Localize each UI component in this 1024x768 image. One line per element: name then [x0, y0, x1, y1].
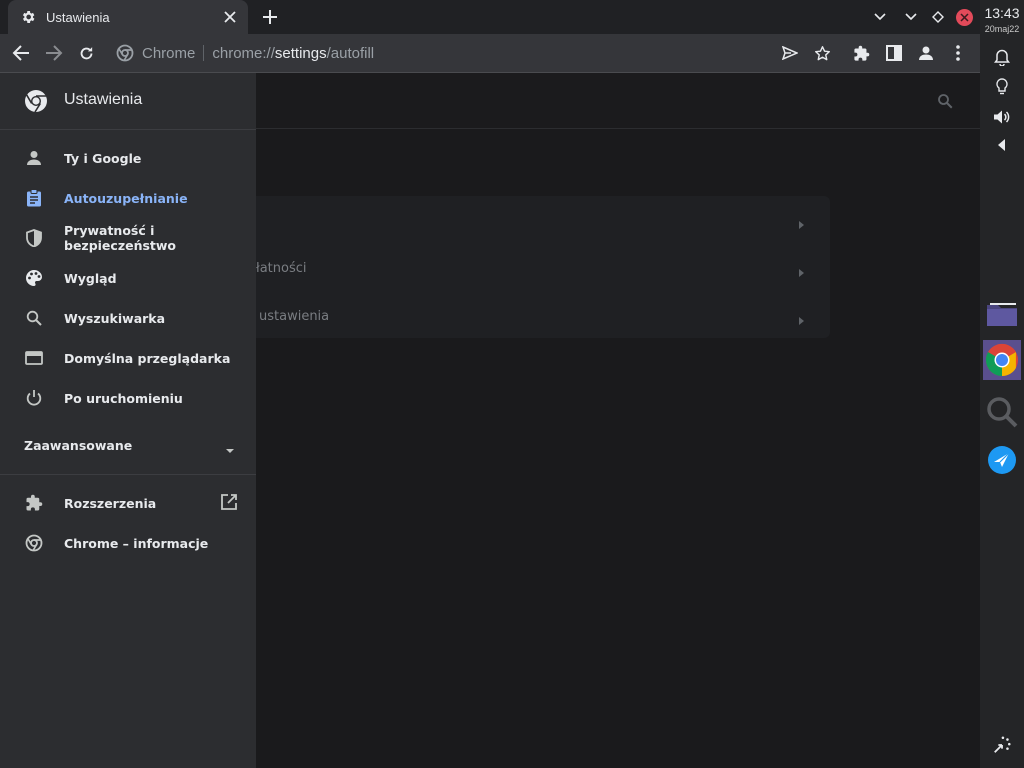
sidebar-item-default-browser[interactable]: Domyślna przeglądarka	[0, 338, 256, 378]
open-in-new-icon	[220, 493, 240, 513]
chrome-app-icon[interactable]	[983, 340, 1021, 380]
advanced-toggle[interactable]: Zaawansowane	[0, 426, 256, 466]
new-tab-button[interactable]	[260, 7, 280, 27]
files-app-icon[interactable]	[983, 294, 1021, 334]
star-icon[interactable]	[812, 43, 832, 63]
clipboard-icon	[24, 188, 44, 208]
shield-icon	[24, 228, 44, 248]
card-row-passwords[interactable]	[200, 196, 830, 244]
bell-icon[interactable]	[992, 47, 1012, 67]
clock[interactable]: 13:43	[980, 5, 1024, 21]
chrome-chip-icon	[116, 44, 134, 62]
tab-title: Ustawienia	[46, 9, 110, 25]
sidebar-item-label: Rozszerzenia	[64, 495, 157, 511]
volume-icon[interactable]	[992, 107, 1012, 127]
more-menu-icon[interactable]	[948, 43, 968, 63]
search-app-icon[interactable]	[983, 392, 1021, 432]
sidebar-item-label: Prywatność i bezpieczeństwo	[64, 223, 177, 253]
url-scheme: chrome://	[212, 44, 275, 62]
omnibox-separator	[203, 45, 205, 61]
minimize-chevron-icon[interactable]	[902, 8, 920, 26]
puzzle-icon[interactable]	[851, 43, 871, 63]
card-row-payments[interactable]: łatności	[200, 244, 830, 292]
tab-settings[interactable]: Ustawienia	[8, 0, 248, 34]
palette-icon	[24, 268, 44, 288]
chevron-down-icon[interactable]	[871, 8, 889, 26]
diamond-icon[interactable]	[929, 8, 947, 26]
system-shelf: 13:43 20maj22	[980, 0, 1024, 768]
kde-connect-app-icon[interactable]	[983, 440, 1021, 480]
sidebar-item-label: Ty i Google	[64, 150, 142, 166]
person-icon	[24, 148, 44, 168]
sidebar-item-label: Autouzupełnianie	[64, 190, 188, 206]
back-arrow-icon[interactable]	[11, 43, 31, 63]
gear-icon	[20, 9, 36, 25]
window-close-icon[interactable]	[955, 8, 973, 26]
card-row-addresses[interactable]: ustawienia	[200, 292, 830, 340]
drawer-header: Ustawienia	[0, 73, 256, 130]
power-icon	[24, 388, 44, 408]
card-row-label: łatności	[256, 260, 307, 276]
search-icon	[24, 308, 44, 328]
drawer-title: Ustawienia	[64, 91, 143, 108]
side-panel-icon[interactable]	[884, 43, 904, 63]
chrome-logo-icon	[24, 89, 48, 113]
tab-strip: Ustawienia	[0, 0, 980, 34]
sidebar-item-appearance[interactable]: Wygląd	[0, 258, 256, 298]
caret-right-icon	[796, 263, 806, 277]
drawer-divider	[0, 474, 256, 475]
sidebar-item-label: Wygląd	[64, 270, 117, 286]
sidebar-item-label: Po uruchomieniu	[64, 390, 183, 406]
search-icon[interactable]	[936, 92, 954, 110]
collapse-left-icon[interactable]	[992, 135, 1012, 155]
caret-right-icon	[796, 215, 806, 229]
lightbulb-icon[interactable]	[992, 77, 1012, 97]
sidebar-item-label: Chrome – informacje	[64, 535, 209, 551]
date: 20maj22	[984, 24, 1020, 34]
sidebar-item-on-startup[interactable]: Po uruchomieniu	[0, 378, 256, 418]
caret-down-icon	[224, 441, 236, 453]
sidebar-item-autofill[interactable]: Autouzupełnianie	[0, 178, 256, 218]
sidebar-item-search-engine[interactable]: Wyszukiwarka	[0, 298, 256, 338]
send-icon[interactable]	[780, 43, 800, 63]
autofill-card: łatności ustawienia	[200, 196, 830, 338]
forward-arrow-icon[interactable]	[44, 43, 64, 63]
close-icon[interactable]	[222, 9, 238, 25]
profile-icon[interactable]	[916, 43, 936, 63]
sidebar-item-extensions[interactable]: Rozszerzenia	[0, 483, 256, 523]
site-label: Chrome	[142, 44, 196, 62]
browser-icon	[24, 348, 44, 368]
toolbar: Chrome chrome://settings/autofill	[0, 34, 980, 72]
chrome-logo-icon	[24, 533, 44, 553]
sidebar-item-about-chrome[interactable]: Chrome – informacje	[0, 523, 256, 563]
sidebar-item-privacy[interactable]: Prywatność i bezpieczeństwo	[0, 218, 256, 258]
url-path: /autofill	[326, 44, 375, 62]
advanced-label: Zaawansowane	[24, 438, 133, 453]
sidebar-item-you-and-google[interactable]: Ty i Google	[0, 138, 256, 178]
settings-drawer: Ustawienia Ty i Google Autouzupełnianie …	[0, 73, 256, 768]
sidebar-item-label: Wyszukiwarka	[64, 310, 166, 326]
sidebar-item-label: Domyślna przeglądarka	[64, 350, 231, 366]
arrow-expand-icon[interactable]	[992, 735, 1012, 755]
puzzle-icon	[24, 493, 44, 513]
caret-right-icon	[796, 311, 806, 325]
reload-icon[interactable]	[76, 43, 96, 63]
card-row-label: ustawienia	[259, 308, 330, 324]
url-host: settings	[274, 44, 327, 62]
address-bar[interactable]: Chrome chrome://settings/autofill	[108, 38, 838, 68]
